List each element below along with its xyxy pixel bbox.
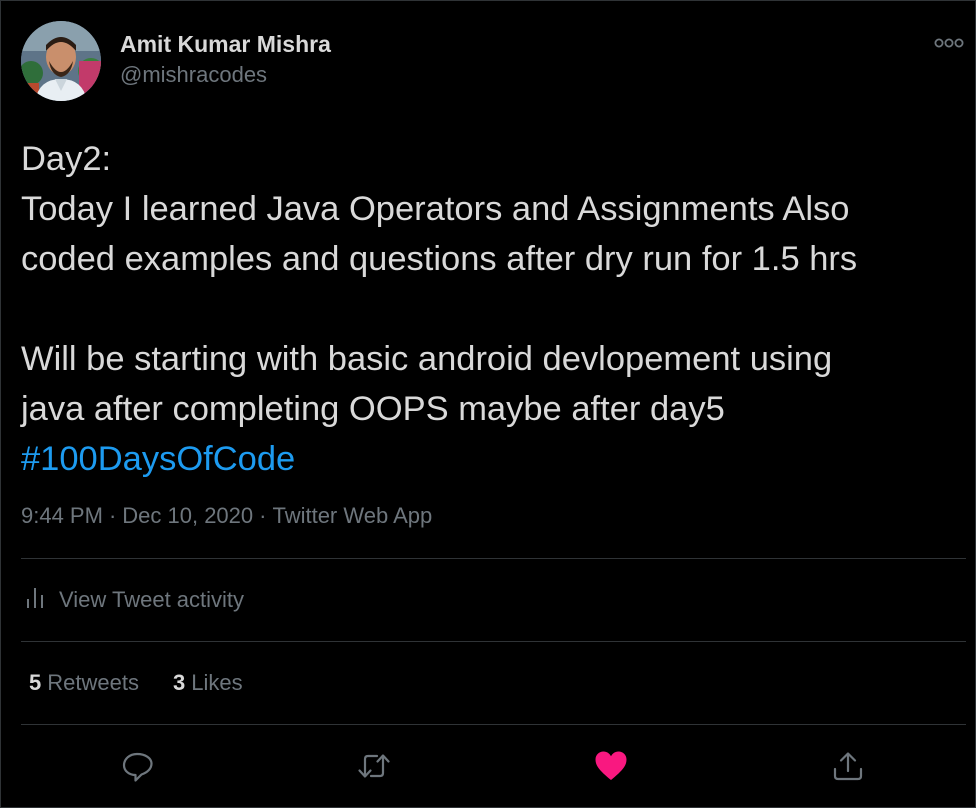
divider	[21, 558, 966, 559]
tweet-meta: 9:44 PM · Dec 10, 2020 · Twitter Web App	[21, 503, 432, 529]
divider	[21, 641, 966, 642]
analytics-icon	[25, 586, 47, 614]
view-tweet-activity-label: View Tweet activity	[59, 587, 245, 612]
likes-label: Likes	[191, 670, 243, 695]
more-options-icon[interactable]	[933, 35, 965, 49]
heart-filled-icon[interactable]	[593, 748, 629, 784]
tweet-source[interactable]: Twitter Web App	[272, 503, 432, 528]
avatar[interactable]	[21, 21, 101, 101]
divider	[21, 724, 966, 725]
likes-count: 3	[172, 670, 186, 695]
retweets-count: 5	[29, 670, 42, 695]
tweet-text: Day2: Today I learned Java Operators and…	[21, 134, 966, 484]
likes-stat[interactable]: 3 Likes	[173, 670, 243, 696]
tweet-text-line: coded examples and questions after dry r…	[21, 240, 858, 278]
meta-separator: ·	[108, 503, 117, 528]
engagement-stats: 5 Retweets 3 Likes	[29, 670, 277, 696]
share-icon[interactable]	[830, 748, 866, 784]
tweet-date[interactable]: Dec 10, 2020	[122, 503, 253, 528]
tweet-time[interactable]: 9:44 PM	[21, 503, 103, 528]
reply-icon[interactable]	[120, 748, 156, 784]
retweets-stat[interactable]: 5 Retweets	[29, 670, 139, 696]
retweet-icon[interactable]	[356, 748, 392, 784]
view-tweet-activity-link[interactable]: View Tweet activity	[25, 585, 244, 615]
tweet-text-line: Today I learned Java Operators and Assig…	[21, 190, 850, 228]
hashtag-link[interactable]: #100DaysOfCode	[21, 440, 295, 478]
tweet-text-line: java after completing OOPS maybe after d…	[21, 390, 725, 428]
meta-separator: ·	[259, 503, 267, 528]
tweet-text-line: Day2:	[21, 140, 112, 178]
tweet-card: Amit Kumar Mishra @mishracodes Day2: Tod…	[0, 0, 976, 808]
author-handle[interactable]: @mishracodes	[120, 62, 267, 88]
retweets-label: Retweets	[47, 670, 139, 695]
avatar-photo	[21, 21, 101, 101]
author-name[interactable]: Amit Kumar Mishra	[120, 31, 331, 58]
tweet-text-line: Will be starting with basic android devl…	[21, 340, 833, 378]
